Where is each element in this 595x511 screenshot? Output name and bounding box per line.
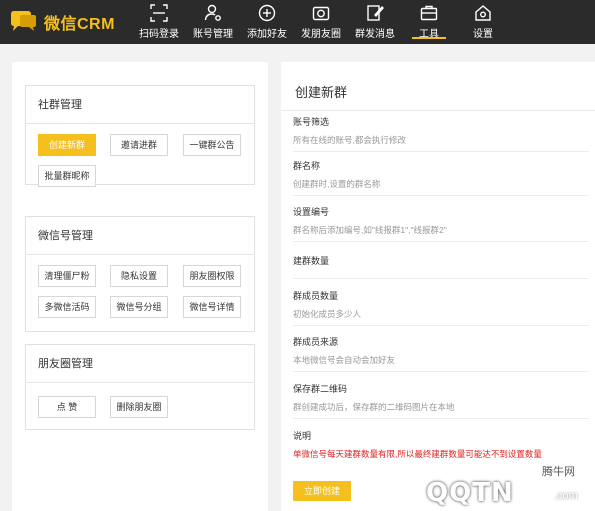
numbering-field[interactable]: 设置编号 群名称后添加编号,如"线报群1","线报群2" <box>293 206 589 242</box>
wechat-details-button[interactable]: 微信号详情 <box>183 296 241 318</box>
nav-label: 扫码登录 <box>139 29 179 40</box>
privacy-settings-button[interactable]: 隐私设置 <box>110 265 168 287</box>
section-title: 微信号管理 <box>26 217 254 255</box>
watermark-domain: .com <box>554 490 578 502</box>
field-label: 建群数量 <box>293 256 330 266</box>
group-name-field[interactable]: 群名称 创建群时,设置的群名称 <box>293 160 589 196</box>
toolbox-icon <box>420 5 438 21</box>
nav-label: 工具 <box>419 29 439 40</box>
community-management-section: 社群管理 创建新群 邀请进群 一键群公告 批量群昵称 <box>25 85 255 187</box>
field-hint: 群创建成功后，保存群的二维码图片在本地 <box>293 402 455 412</box>
nav-add-friend[interactable]: 添加好友 <box>240 0 294 44</box>
batch-group-nickname-button[interactable]: 批量群昵称 <box>38 165 96 187</box>
nav-mass-message[interactable]: 群发消息 <box>348 0 402 44</box>
nav-label: 账号管理 <box>193 29 233 40</box>
top-navigation-bar: 微信CRM 扫码登录 账号管理 添加好友 发朋友圈 群发消息 工具 设置 <box>0 0 595 44</box>
wechat-grouping-button[interactable]: 微信号分组 <box>110 296 168 318</box>
moments-permission-button[interactable]: 朋友圈权限 <box>183 265 241 287</box>
watermark-site-name: 腾牛网 <box>542 466 575 478</box>
member-count-field[interactable]: 群成员数量 初始化成员多少人 <box>293 290 589 326</box>
chat-bubble-logo-icon <box>8 10 38 34</box>
account-filter-field[interactable]: 账号筛选 所有在线的账号,都会执行修改 <box>293 116 589 152</box>
nav-settings[interactable]: 设置 <box>456 0 510 44</box>
nav-label: 添加好友 <box>247 29 287 40</box>
wechat-account-management-section: 微信号管理 清理僵尸粉 隐私设置 朋友圈权限 多微信活码 微信号分组 微信号详情 <box>25 216 255 332</box>
divider <box>281 110 595 111</box>
delete-moments-button[interactable]: 删除朋友圈 <box>110 396 168 418</box>
field-hint: 创建群时,设置的群名称 <box>293 179 381 189</box>
app-logo[interactable]: 微信CRM <box>8 8 115 36</box>
nav-scan-login[interactable]: 扫码登录 <box>132 0 186 44</box>
section-title: 朋友圈管理 <box>26 345 254 383</box>
like-button[interactable]: 点 赞 <box>38 396 96 418</box>
group-announcement-button[interactable]: 一键群公告 <box>183 134 241 156</box>
main-nav: 扫码登录 账号管理 添加好友 发朋友圈 群发消息 工具 设置 <box>132 0 510 44</box>
moments-management-section: 朋友圈管理 点 赞 删除朋友圈 <box>25 344 255 430</box>
add-friend-icon <box>258 4 276 22</box>
group-count-field[interactable]: 建群数量 <box>293 255 589 279</box>
section-title: 社群管理 <box>26 86 254 124</box>
nav-label: 设置 <box>473 29 493 40</box>
field-hint: 初始化成员多少人 <box>293 309 362 319</box>
watermark: 腾牛网 QQTN .com <box>386 458 595 511</box>
nav-label: 发朋友圈 <box>301 29 341 40</box>
multi-wechat-live-code-button[interactable]: 多微信活码 <box>38 296 96 318</box>
settings-house-icon <box>475 5 491 21</box>
watermark-brand: QQTN <box>426 478 514 508</box>
save-qr-code-field[interactable]: 保存群二维码 群创建成功后，保存群的二维码图片在本地 <box>293 383 589 419</box>
field-label: 设置编号 <box>293 207 330 217</box>
field-hint: 所有在线的账号,都会执行修改 <box>293 135 406 145</box>
app-name: 微信CRM <box>44 16 115 33</box>
field-label: 说明 <box>293 431 312 441</box>
create-group-button[interactable]: 创建新群 <box>38 134 96 156</box>
field-hint: 本地微信号会自动会加好友 <box>293 355 396 365</box>
nav-tools[interactable]: 工具 <box>402 0 456 44</box>
field-label: 群名称 <box>293 161 321 171</box>
invite-to-group-button[interactable]: 邀请进群 <box>110 134 168 156</box>
field-label: 群成员来源 <box>293 337 339 347</box>
field-label: 群成员数量 <box>293 291 339 301</box>
nav-post-moments[interactable]: 发朋友圈 <box>294 0 348 44</box>
create-group-panel: 创建新群 账号筛选 所有在线的账号,都会执行修改 群名称 创建群时,设置的群名称… <box>281 62 595 511</box>
field-label: 账号筛选 <box>293 117 330 127</box>
member-source-field[interactable]: 群成员来源 本地微信号会自动会加好友 <box>293 336 589 372</box>
edit-message-icon <box>367 5 384 21</box>
create-now-button[interactable]: 立即创建 <box>293 481 351 501</box>
field-label: 保存群二维码 <box>293 384 348 394</box>
panel-title: 创建新群 <box>295 85 348 100</box>
nav-label: 群发消息 <box>355 29 395 40</box>
field-hint: 群名称后添加编号,如"线报群1","线报群2" <box>293 225 447 235</box>
nav-account-management[interactable]: 账号管理 <box>186 0 240 44</box>
tools-sidebar: 社群管理 创建新群 邀请进群 一键群公告 批量群昵称 微信号管理 清理僵尸粉 隐… <box>12 62 268 511</box>
camera-icon <box>312 6 330 21</box>
qr-scan-icon <box>150 4 168 22</box>
clean-zombie-fans-button[interactable]: 清理僵尸粉 <box>38 265 96 287</box>
user-settings-icon <box>204 4 221 21</box>
